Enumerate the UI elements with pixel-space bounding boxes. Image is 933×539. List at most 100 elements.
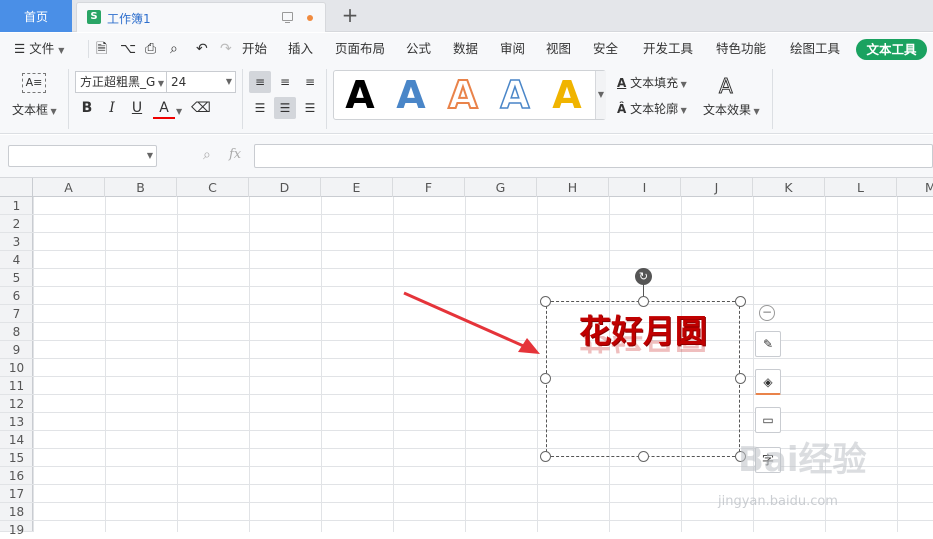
art-style-orange-outline[interactable]: A	[443, 74, 483, 116]
textbox-button[interactable]: 文本框 ▼	[12, 101, 57, 118]
align-right-icon[interactable]: ☰	[299, 97, 321, 119]
chevron-down-icon[interactable]: ▼	[176, 103, 182, 117]
fx-icon[interactable]: fx	[229, 147, 241, 162]
textbox-icon[interactable]: A≡	[22, 73, 46, 93]
font-name-value: 方正超粗黑_G	[80, 75, 156, 89]
row-header[interactable]: 1	[0, 197, 33, 215]
print-icon[interactable]: ⎙	[145, 33, 156, 65]
align-middle-icon[interactable]: ≡	[274, 71, 296, 93]
text-effect-icon[interactable]: A	[719, 74, 734, 99]
row-header[interactable]: 3	[0, 233, 33, 251]
select-all-corner[interactable]	[0, 178, 33, 197]
align-left-icon[interactable]: ☰	[249, 97, 271, 119]
align-center-icon[interactable]: ☰	[274, 97, 296, 119]
row-header[interactable]: 18	[0, 503, 33, 521]
row-header[interactable]: 7	[0, 305, 33, 323]
text-outline-button[interactable]: Â 文本轮廓 ▼	[617, 100, 687, 117]
resize-handle-bottom-left[interactable]	[540, 451, 551, 462]
column-header[interactable]: C	[177, 178, 249, 197]
column-header[interactable]: D	[249, 178, 321, 197]
row-header[interactable]: 14	[0, 431, 33, 449]
fill-bucket-icon[interactable]: ◈	[755, 369, 781, 395]
new-tab-button[interactable]: +	[338, 4, 362, 28]
row-header[interactable]: 2	[0, 215, 33, 233]
row-header[interactable]: 5	[0, 269, 33, 287]
row-header[interactable]: 6	[0, 287, 33, 305]
font-size-select[interactable]: 24 ▼	[166, 71, 236, 93]
row-header[interactable]: 13	[0, 413, 33, 431]
column-header[interactable]: B	[105, 178, 177, 197]
resize-handle-right[interactable]	[735, 373, 746, 384]
text-effect-button[interactable]: 文本效果 ▼	[703, 101, 760, 118]
redo-icon[interactable]: ↷	[220, 33, 232, 65]
art-style-gold[interactable]: A	[547, 75, 587, 115]
column-header[interactable]: J	[681, 178, 753, 197]
print-preview-icon[interactable]: ⌕	[170, 33, 178, 65]
column-header[interactable]: L	[825, 178, 897, 197]
column-header[interactable]: E	[321, 178, 393, 197]
menu-item-developer[interactable]: 开发工具	[643, 33, 693, 65]
style-brush-icon[interactable]: ✎	[755, 331, 781, 357]
menu-item-features[interactable]: 特色功能	[716, 33, 766, 65]
font-name-select[interactable]: 方正超粗黑_G ▼	[75, 71, 167, 93]
format-painter-icon[interactable]: ⌥	[120, 33, 136, 65]
menu-item-page-layout[interactable]: 页面布局	[335, 33, 385, 65]
formula-input[interactable]	[254, 144, 933, 168]
row-header[interactable]: 19	[0, 521, 33, 537]
row-header[interactable]: 10	[0, 359, 33, 377]
monitor-icon[interactable]	[282, 12, 293, 23]
menu-item-view[interactable]: 视图	[546, 33, 571, 65]
row-header[interactable]: 16	[0, 467, 33, 485]
column-header[interactable]: A	[33, 178, 105, 197]
resize-handle-top[interactable]	[638, 296, 649, 307]
menu-item-security[interactable]: 安全	[593, 33, 618, 65]
menu-item-review[interactable]: 审阅	[500, 33, 525, 65]
name-box[interactable]: ▼	[8, 145, 157, 167]
underline-button[interactable]: U	[126, 97, 148, 119]
column-header[interactable]: H	[537, 178, 609, 197]
rotate-icon[interactable]: ↻	[635, 268, 652, 285]
font-color-button[interactable]: A	[153, 97, 175, 119]
eraser-icon[interactable]: ⌫	[190, 97, 212, 119]
menu-item-data[interactable]: 数据	[453, 33, 478, 65]
row-header[interactable]: 12	[0, 395, 33, 413]
tab-workbook[interactable]: S 工作簿1	[76, 2, 326, 32]
resize-handle-left[interactable]	[540, 373, 551, 384]
art-style-blue-outline[interactable]: A	[495, 74, 535, 116]
row-header[interactable]: 11	[0, 377, 33, 395]
italic-button[interactable]: I	[101, 97, 123, 119]
art-style-blue[interactable]: A	[391, 75, 431, 115]
resize-handle-bottom[interactable]	[638, 451, 649, 462]
align-bottom-icon[interactable]: ≡	[299, 71, 321, 93]
bold-button[interactable]: B	[76, 97, 98, 119]
row-header[interactable]: 15	[0, 449, 33, 467]
zoom-search-icon[interactable]: ⌕	[203, 147, 211, 163]
column-header[interactable]: F	[393, 178, 465, 197]
align-top-icon[interactable]: ≡	[249, 71, 271, 93]
collapse-icon[interactable]: −	[759, 305, 775, 321]
column-header[interactable]: I	[609, 178, 681, 197]
menu-item-drawing-tools[interactable]: 绘图工具	[790, 33, 840, 65]
undo-icon[interactable]: ↶	[196, 33, 208, 65]
tab-text-tools[interactable]: 文本工具	[856, 39, 927, 60]
art-style-black[interactable]: A	[340, 75, 380, 115]
row-header[interactable]: 17	[0, 485, 33, 503]
column-header[interactable]: M	[897, 178, 933, 197]
text-fill-button[interactable]: A 文本填充 ▼	[617, 74, 687, 91]
cell-grid[interactable]	[33, 197, 933, 532]
resize-handle-top-right[interactable]	[735, 296, 746, 307]
column-header[interactable]: G	[465, 178, 537, 197]
outline-icon[interactable]: ▭	[755, 407, 781, 433]
tab-home[interactable]: 首页	[0, 0, 72, 32]
menu-item-start[interactable]: 开始	[242, 33, 267, 65]
gallery-expand-button[interactable]: ▼	[595, 71, 606, 119]
save-icon[interactable]: 🗎	[96, 33, 107, 65]
row-header[interactable]: 9	[0, 341, 33, 359]
row-header[interactable]: 8	[0, 323, 33, 341]
column-header[interactable]: K	[753, 178, 825, 197]
menu-item-formula[interactable]: 公式	[406, 33, 431, 65]
row-header[interactable]: 4	[0, 251, 33, 269]
resize-handle-top-left[interactable]	[540, 296, 551, 307]
file-menu[interactable]: ☰ 文件 ▼	[14, 33, 64, 65]
menu-item-insert[interactable]: 插入	[288, 33, 313, 65]
